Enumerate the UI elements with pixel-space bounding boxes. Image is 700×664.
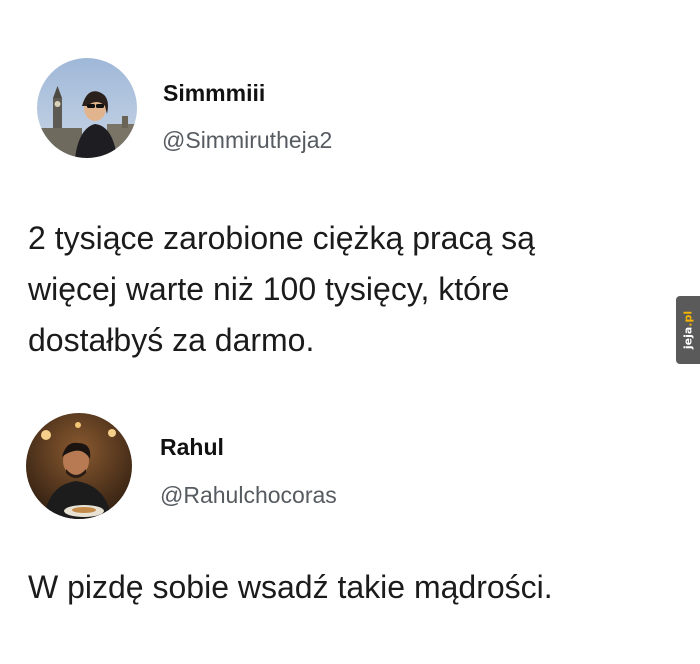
tweet-text-line: 2 tysiące zarobione ciężką pracą są xyxy=(28,220,535,256)
tweet-reply: Rahul @Rahulchocoras W pizdę sobie wsadź… xyxy=(0,400,700,664)
tweet-text-line: W pizdę sobie wsadź takie mądrości. xyxy=(28,569,553,605)
author-name[interactable]: Simmmiii xyxy=(163,80,265,107)
tweet-original: Simmmiii @Simmirutheja2 2 tysiące zarobi… xyxy=(0,0,700,400)
watermark-logo: jeja.pl xyxy=(682,311,695,349)
author-name[interactable]: Rahul xyxy=(160,434,224,461)
avatar[interactable] xyxy=(26,413,132,519)
tweet-text: W pizdę sobie wsadź takie mądrości. xyxy=(28,562,698,613)
jeja-watermark: jeja.pl xyxy=(676,296,700,364)
author-handle[interactable]: @Rahulchocoras xyxy=(160,482,337,509)
tweet-text: 2 tysiące zarobione ciężką pracą są więc… xyxy=(28,213,668,366)
tweet-text-line: dostałbyś za darmo. xyxy=(28,322,315,358)
avatar[interactable] xyxy=(37,58,137,158)
watermark-brand: jeja xyxy=(681,326,695,350)
tweet-text-line: więcej warte niż 100 tysięcy, które xyxy=(28,271,510,307)
author-handle[interactable]: @Simmirutheja2 xyxy=(162,127,332,154)
watermark-suffix: .pl xyxy=(681,310,695,327)
